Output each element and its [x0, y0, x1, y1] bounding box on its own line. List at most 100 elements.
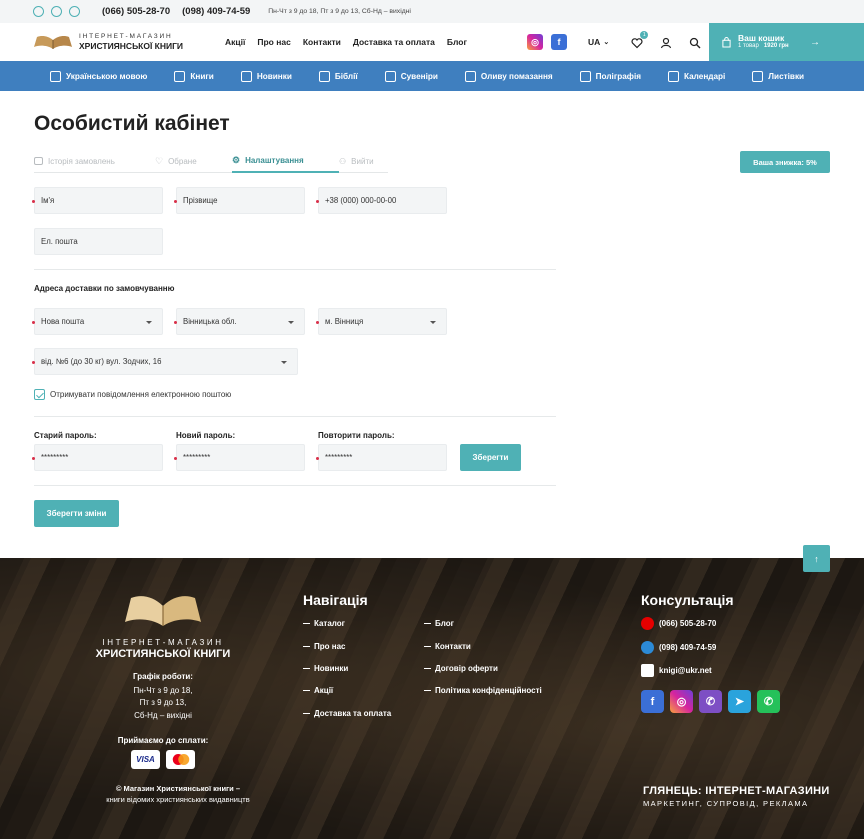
phone-link-2[interactable]: (098) 409-74-59	[182, 6, 250, 17]
phone-link-1[interactable]: (066) 505-28-70	[102, 6, 170, 17]
category-books[interactable]: Книги	[174, 70, 214, 82]
book-logo-icon	[34, 36, 72, 49]
account-content: Особистий кабінет Історія замовлень ♡ Обр…	[0, 91, 864, 572]
logo[interactable]: ІНТЕРНЕТ-МАГАЗИН ХРИСТИЯНСЬКОЇ КНИГИ	[33, 33, 213, 51]
repeat-password-field[interactable]: *********	[316, 444, 447, 471]
footer-link-contacts[interactable]: Контакти	[424, 642, 471, 651]
nav-link-contacts[interactable]: Контакти	[303, 37, 341, 47]
book-logo-icon	[125, 596, 201, 626]
footer: ІНТЕРНЕТ-МАГАЗИН ХРИСТИЯНСЬКОЇ КНИГИ Гра…	[0, 558, 864, 839]
tab-settings[interactable]: ⚙ Налаштування	[232, 149, 339, 173]
schedule-line: Сб-Нд – вихідні	[134, 710, 192, 720]
old-password-field[interactable]: *********	[32, 444, 163, 471]
footer-link-catalog[interactable]: Каталог	[303, 619, 345, 628]
telegram-icon[interactable]	[33, 6, 44, 17]
contact-email[interactable]: knigi@ukr.net	[641, 664, 712, 677]
logo-line-1: ІНТЕРНЕТ-МАГАЗИН	[79, 33, 173, 40]
contact-phone-2[interactable]: (098) 409-74-59	[641, 641, 716, 654]
footer-link-about[interactable]: Про нас	[303, 642, 345, 651]
newsletter-checkbox[interactable]	[34, 389, 45, 400]
gift-bag-icon	[384, 70, 396, 82]
language-select[interactable]: UA ⌄	[588, 37, 609, 47]
nav-link-delivery[interactable]: Доставка та оплата	[353, 37, 435, 47]
consultation-title: Консультація	[641, 592, 734, 608]
nav-link-blog[interactable]: Блог	[447, 37, 467, 47]
facebook-icon[interactable]: f	[641, 690, 664, 713]
footer-link-privacy[interactable]: Політика конфіденційності	[424, 686, 542, 695]
nav-link-promo[interactable]: Акції	[225, 37, 245, 47]
cart-button[interactable]: Ваш кошик 1 товар 1920 грн →	[709, 23, 864, 61]
nav-link-about[interactable]: Про нас	[257, 37, 290, 47]
region-select[interactable]: Вінницька обл.	[174, 308, 305, 335]
category-label: Українською мовою	[66, 71, 148, 81]
category-souvenirs[interactable]: Сувеніри	[384, 70, 438, 82]
contact-text: (066) 505-28-70	[659, 619, 717, 628]
user-logout-icon: ⚇	[339, 156, 347, 166]
search-icon[interactable]	[689, 36, 701, 49]
book-icon	[174, 70, 186, 82]
tab-label: Обране	[168, 156, 197, 166]
instagram-icon[interactable]: ◎	[527, 34, 544, 50]
instagram-icon[interactable]: ◎	[670, 690, 693, 713]
footer-logo-line-2: ХРИСТИЯНСЬКОЇ КНИГИ	[95, 648, 231, 660]
footer-link-delivery[interactable]: Доставка та оплата	[303, 709, 391, 718]
mail-icon	[641, 664, 654, 677]
tab-order-history[interactable]: Історія замовлень	[34, 149, 155, 173]
payment-title: Приймаємо до сплати:	[117, 736, 209, 746]
tab-logout[interactable]: ⚇ Вийти	[339, 149, 388, 173]
branch-select[interactable]: від. №6 (до 30 кг) вул. Зодчих, 16	[32, 348, 298, 375]
vodafone-icon	[641, 617, 654, 630]
last-name-field[interactable]: Прізвище	[174, 187, 305, 214]
viber-icon[interactable]	[69, 6, 80, 17]
contact-phone-1[interactable]: (066) 505-28-70	[641, 617, 716, 630]
tab-favorites[interactable]: ♡ Обране	[155, 149, 232, 173]
category-calendars[interactable]: Календарі	[668, 70, 725, 82]
developer-name: ГЛЯНЕЦЬ: ІНТЕРНЕТ-МАГАЗИНИ	[643, 785, 830, 797]
category-new[interactable]: Новинки	[240, 70, 292, 82]
save-changes-button[interactable]: Зберегти зміни	[34, 500, 119, 527]
main-nav: Акції Про нас Контакти Доставка та оплат…	[225, 37, 467, 47]
contact-text: knigi@ukr.net	[659, 666, 712, 675]
viber-icon[interactable]: ✆	[699, 690, 722, 713]
new-password-label: Новий пароль:	[176, 431, 236, 440]
category-ukrainian[interactable]: Українською мовою	[50, 70, 148, 82]
whatsapp-icon[interactable]: ✆	[757, 690, 780, 713]
email-field[interactable]: Ел. пошта	[34, 228, 163, 255]
whatsapp-icon[interactable]	[51, 6, 62, 17]
telegram-icon[interactable]: ➤	[728, 690, 751, 713]
save-password-button[interactable]: Зберегти	[460, 444, 521, 471]
category-label: Оливу помазання	[480, 71, 553, 81]
heart-icon[interactable]: 1	[631, 31, 649, 49]
select-value: м. Вінниця	[325, 317, 364, 326]
scroll-to-top-button[interactable]: ↑	[803, 545, 830, 572]
category-label: Біблії	[334, 71, 358, 81]
category-printing[interactable]: Поліграфія	[579, 70, 641, 82]
category-label: Листівки	[768, 71, 805, 81]
category-label: Новинки	[256, 71, 292, 81]
footer-brand: ІНТЕРНЕТ-МАГАЗИН ХРИСТИЯНСЬКОЇ КНИГИ Гра…	[88, 590, 238, 770]
phone-field[interactable]: +38 (000) 000-00-00	[316, 187, 447, 214]
divider	[34, 269, 556, 270]
new-password-field[interactable]: *********	[174, 444, 305, 471]
category-bibles[interactable]: Біблії	[318, 70, 358, 82]
footer-link-blog[interactable]: Блог	[424, 619, 454, 628]
tab-label: Вийти	[351, 156, 374, 166]
footer-link-offer[interactable]: Договір оферти	[424, 664, 498, 673]
footer-link-promo[interactable]: Акції	[303, 686, 333, 695]
developer-credit[interactable]: ГЛЯНЕЦЬ: ІНТЕРНЕТ-МАГАЗИНИ МАРКЕТИНГ, СУ…	[643, 785, 830, 808]
city-select[interactable]: м. Вінниця	[316, 308, 447, 335]
newsletter-checkbox-row[interactable]: Отримувати повідомлення електронною пошт…	[34, 389, 231, 400]
discount-badge: Ваша знижка: 5%	[740, 151, 830, 173]
category-postcards[interactable]: Листівки	[752, 70, 805, 82]
printer-icon	[579, 70, 591, 82]
first-name-field[interactable]: Ім'я	[32, 187, 163, 214]
user-icon[interactable]	[660, 36, 672, 49]
tab-label: Налаштування	[245, 155, 304, 165]
category-oil[interactable]: Оливу помазання	[464, 70, 553, 82]
footer-link-new[interactable]: Новинки	[303, 664, 348, 673]
heart-outline-icon: ♡	[155, 155, 164, 166]
facebook-icon[interactable]: f	[551, 34, 568, 50]
bag-icon	[722, 36, 731, 47]
top-social	[33, 6, 80, 17]
carrier-select[interactable]: Нова пошта	[32, 308, 163, 335]
